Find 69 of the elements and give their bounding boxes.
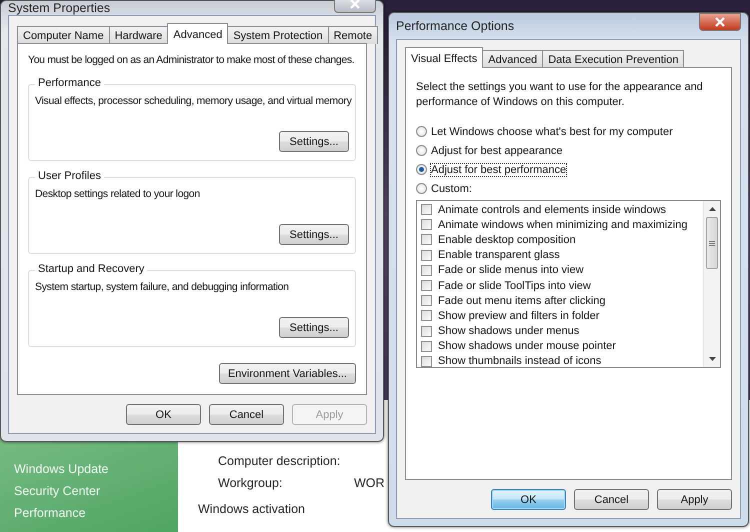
scroll-thumb[interactable] <box>706 217 718 269</box>
tab[interactable]: Computer Name <box>17 26 110 44</box>
dialog-button[interactable]: Cancel <box>574 489 649 510</box>
radio-button[interactable] <box>416 164 427 175</box>
dialog-button[interactable]: Cancel <box>209 404 284 425</box>
checkbox-label[interactable]: Fade or slide ToolTips into view <box>438 280 591 292</box>
field-label: Computer description: <box>218 454 342 468</box>
checkbox-label[interactable]: Enable desktop composition <box>438 234 576 246</box>
radio-label[interactable]: Custom: <box>431 182 472 194</box>
checkbox[interactable] <box>421 295 432 306</box>
field-value: WOR <box>354 476 385 490</box>
checkbox-label[interactable]: Animate windows when minimizing and maximizing <box>438 218 688 231</box>
dialog-button[interactable]: Apply <box>657 489 732 510</box>
tab[interactable]: Data Execution Prevention <box>542 50 684 68</box>
close-icon <box>349 0 361 9</box>
section-title: Windows activation <box>198 502 306 516</box>
checkbox[interactable] <box>421 264 432 276</box>
group-title: Startup and Recovery <box>35 263 148 275</box>
dialog-button[interactable]: OK <box>126 404 201 425</box>
tab[interactable]: Remote <box>328 26 378 44</box>
up-arrow-icon[interactable] <box>708 207 716 211</box>
scrollbar[interactable] <box>703 201 720 367</box>
settings-button[interactable]: Settings... <box>279 131 349 152</box>
close-button[interactable] <box>334 0 376 13</box>
checkbox[interactable] <box>421 340 432 352</box>
group-description: Desktop settings related to your logon <box>35 188 200 202</box>
checkbox[interactable] <box>421 250 432 261</box>
group-description: System startup, system failure, and debugging information <box>35 281 289 295</box>
window-title: Performance Options <box>396 19 514 33</box>
tab[interactable]: Hardware <box>108 26 168 44</box>
tab[interactable]: Advanced <box>167 23 228 44</box>
checkbox[interactable] <box>421 310 432 322</box>
radio-button[interactable] <box>416 183 427 194</box>
radio-label[interactable]: Adjust for best performance <box>431 164 566 176</box>
notice-text: You must be logged on as an Administrator to make most of these changes. <box>28 54 354 66</box>
settings-button[interactable]: Settings... <box>279 317 349 338</box>
checkbox-label[interactable]: Animate controls and elements inside windows <box>438 204 666 216</box>
dialog-button[interactable]: OK <box>491 489 566 510</box>
checkbox-label[interactable]: Fade or slide menus into view <box>438 264 584 276</box>
group-title: User Profiles <box>35 170 104 182</box>
intro-text: Select the settings you want to use for the appearance and performance of Windows on this computer. <box>416 80 704 110</box>
environment-button[interactable]: Environment Variables... <box>218 363 356 384</box>
down-arrow-icon[interactable] <box>708 357 716 361</box>
close-button[interactable] <box>699 13 741 31</box>
close-icon <box>714 17 726 27</box>
tab[interactable]: System Protection <box>227 26 329 44</box>
checkbox-label[interactable]: Show shadows under menus <box>438 325 580 338</box>
checkbox-label[interactable]: Show shadows under mouse pointer <box>438 340 616 352</box>
radio-button[interactable] <box>416 145 427 156</box>
checkbox-label[interactable]: Show thumbnails instead of icons <box>438 355 602 367</box>
checkbox[interactable] <box>421 280 432 292</box>
settings-button[interactable]: Settings... <box>279 224 349 245</box>
tab[interactable]: Visual Effects <box>405 47 484 68</box>
window-title: System Properties <box>8 1 110 15</box>
checkbox[interactable] <box>421 234 432 246</box>
group-title: Performance <box>35 77 104 89</box>
tab[interactable]: Advanced <box>482 50 544 68</box>
checkbox-label[interactable]: Fade out menu items after clicking <box>438 294 606 307</box>
checkbox-label[interactable]: Show preview and filters in folder <box>438 310 600 322</box>
group-description: Visual effects, processor scheduling, memory usage, and virtual memory <box>35 95 352 109</box>
radio-button[interactable] <box>416 126 427 137</box>
checkbox[interactable] <box>421 356 432 367</box>
radio-label[interactable]: Let Windows choose what's best for my computer <box>431 126 673 138</box>
checkbox[interactable] <box>421 219 432 230</box>
radio-label[interactable]: Adjust for best appearance <box>431 144 562 156</box>
checkbox[interactable] <box>421 326 432 337</box>
field-label: Workgroup: <box>218 476 284 490</box>
checkbox-label[interactable]: Enable transparent glass <box>438 249 560 262</box>
checkbox[interactable] <box>421 204 432 216</box>
